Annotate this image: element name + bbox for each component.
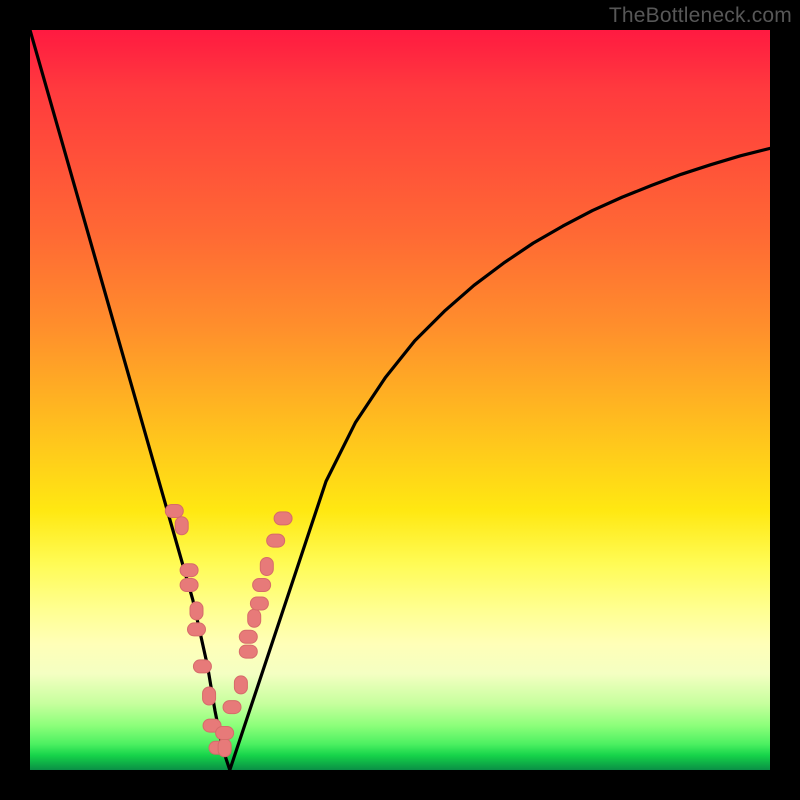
benchmark-point <box>188 623 206 636</box>
benchmark-point <box>203 687 216 705</box>
benchmark-markers <box>165 505 292 757</box>
benchmark-point <box>234 676 247 694</box>
benchmark-point <box>239 630 257 643</box>
benchmark-point <box>175 517 188 535</box>
benchmark-point <box>165 505 183 518</box>
benchmark-point <box>180 564 198 577</box>
benchmark-point <box>216 727 234 740</box>
benchmark-point <box>239 645 257 658</box>
benchmark-point <box>274 512 292 525</box>
benchmark-point <box>218 739 231 757</box>
benchmark-point <box>250 597 268 610</box>
benchmark-point <box>193 660 211 673</box>
watermark-text: TheBottleneck.com <box>609 4 792 28</box>
benchmark-point <box>248 609 261 627</box>
chart-overlay-svg <box>30 30 770 770</box>
benchmark-point <box>223 701 241 714</box>
bottleneck-curve <box>30 30 770 770</box>
benchmark-point <box>180 579 198 592</box>
chart-frame: TheBottleneck.com <box>0 0 800 800</box>
benchmark-point <box>190 602 203 620</box>
benchmark-point <box>260 558 273 576</box>
benchmark-point <box>267 534 285 547</box>
benchmark-point <box>253 579 271 592</box>
